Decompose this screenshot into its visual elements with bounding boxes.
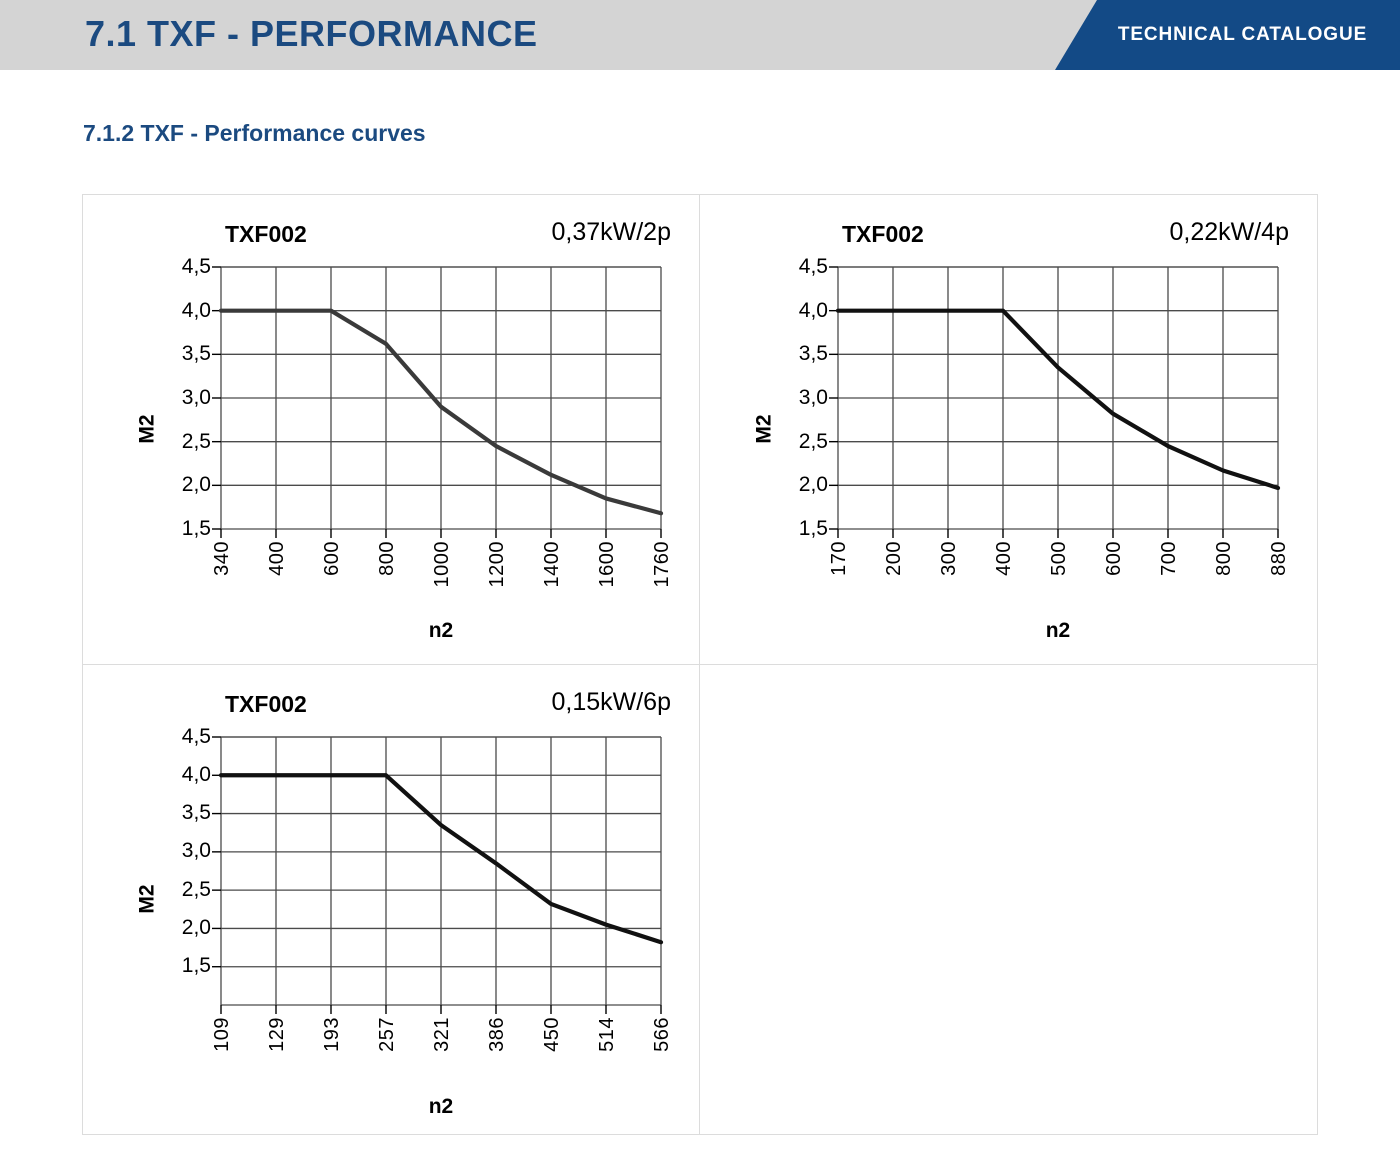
x-tick-label: 170: [828, 541, 850, 576]
y-tick-label: 2,5: [181, 877, 211, 901]
y-tick-label: 2,5: [798, 429, 828, 453]
y-tick-label: 2,0: [798, 473, 828, 497]
chart-0-x-tick-labels: 340 400 600 800 1000 1200 1400 1600 1760: [83, 541, 699, 611]
chart-1-y-tick-labels: 4,5 4,0 3,5 3,0 2,5 2,0 1,5: [780, 195, 828, 549]
chart-panel-4-empty: [700, 665, 1317, 1135]
y-tick-label: 2,5: [181, 429, 211, 453]
y-tick-label: 4,5: [798, 255, 828, 278]
chart-2-x-tick-labels: 109 129 193 257 321 386 450 514 566: [83, 1017, 699, 1087]
x-tick-label: 109: [211, 1016, 233, 1052]
y-tick-label: 3,0: [798, 386, 828, 409]
x-tick-label: 514: [596, 1016, 618, 1052]
chart-panel-2: TXF002 0,22kW/4p M2 4,5 4,0 3,5 3,0 2,5 2,0 1,…: [700, 195, 1317, 665]
y-tick-label: 4,5: [181, 255, 211, 278]
x-tick-label: 300: [938, 541, 960, 576]
y-tick-label: 3,5: [798, 342, 828, 366]
chart-1-x-tick-labels: 170 200 300 400 500 600 700 800 880: [700, 541, 1317, 611]
x-tick-label: 1400: [541, 541, 563, 588]
chart-0-y-tick-labels: 4,5 4,0 3,5 3,0 2,5 2,0 1,5: [163, 195, 211, 549]
x-tick-label: 600: [321, 541, 343, 576]
x-tick-label: 257: [376, 1016, 398, 1052]
x-tick-label: 321: [431, 1016, 453, 1052]
y-tick-label: 4,5: [181, 724, 211, 748]
x-tick-label: 566: [651, 1016, 673, 1052]
y-tick-label: 1,5: [798, 517, 828, 540]
x-tick-label: 500: [1048, 541, 1070, 576]
x-tick-label: 129: [266, 1016, 288, 1052]
technical-catalogue-banner: TECHNICAL CATALOGUE: [1055, 0, 1400, 70]
x-tick-label: 400: [266, 541, 288, 576]
chart-panel-1: TXF002 0,37kW/2p M2 4,5 4,0 3,5 3,0 2,5 2,0 1,…: [83, 195, 700, 665]
x-tick-label: 450: [541, 1016, 563, 1052]
x-tick-label: 700: [1158, 541, 1180, 576]
chart-panel-3: TXF002 0,15kW/6p M2 4,5 4,0 3,5 3,0 2,5 2,0 1,…: [83, 664, 700, 1135]
technical-catalogue-label: TECHNICAL CATALOGUE: [1117, 24, 1368, 45]
x-tick-label: 340: [211, 541, 233, 576]
x-tick-label: 800: [1213, 541, 1235, 576]
x-tick-label: 193: [321, 1016, 343, 1052]
x-tick-label: 400: [993, 541, 1015, 576]
page-title: 7.1 TXF - PERFORMANCE: [85, 13, 538, 54]
x-tick-label: 600: [1103, 541, 1125, 576]
y-tick-label: 4,0: [181, 762, 211, 786]
performance-curves-panel-grid: TXF002 0,37kW/2p M2 4,5 4,0 3,5 3,0 2,5 2,0 1,…: [82, 194, 1318, 1135]
y-tick-label: 2,0: [181, 915, 211, 939]
section-subtitle: 7.1.2 TXF - Performance curves: [83, 120, 426, 146]
x-tick-label: 1200: [486, 541, 508, 588]
y-tick-label: 3,0: [181, 386, 211, 409]
chart-1-x-axis-title: n2: [1045, 619, 1071, 642]
chart-2-y-tick-labels: 4,5 4,0 3,5 3,0 2,5 2,0 1,5: [163, 665, 211, 1025]
y-tick-label: 3,5: [181, 342, 211, 366]
y-tick-label: 3,5: [181, 801, 211, 825]
y-tick-label: 4,0: [798, 298, 828, 322]
x-tick-label: 800: [376, 541, 398, 576]
x-tick-label: 880: [1268, 541, 1290, 576]
y-tick-label: 1,5: [181, 954, 211, 978]
y-tick-label: 1,5: [181, 517, 211, 540]
y-tick-label: 4,0: [181, 298, 211, 322]
performance-chart-0: TXF002 0,37kW/2p M2 4,5 4,0 3,5 3,0 2,5 2,0 1,…: [83, 195, 699, 664]
x-tick-label: 1600: [596, 541, 618, 588]
chart-2-x-axis-title: n2: [428, 1094, 454, 1118]
y-tick-label: 2,0: [181, 473, 211, 497]
x-tick-label: 1000: [431, 541, 453, 588]
chart-0-x-axis-title: n2: [428, 619, 454, 642]
x-tick-label: 1760: [651, 541, 673, 588]
performance-chart-2: TXF002 0,15kW/6p M2 4,5 4,0 3,5 3,0 2,5 2,0 1,…: [83, 665, 699, 1135]
x-tick-label: 386: [486, 1016, 508, 1052]
performance-chart-1: TXF002 0,22kW/4p M2 4,5 4,0 3,5 3,0 2,5 2,0 1,…: [700, 195, 1317, 664]
y-tick-label: 3,0: [181, 839, 211, 863]
x-tick-label: 200: [883, 541, 905, 576]
page-header: 7.1 TXF - PERFORMANCE TECHNICAL CATALOGU…: [0, 0, 1400, 70]
